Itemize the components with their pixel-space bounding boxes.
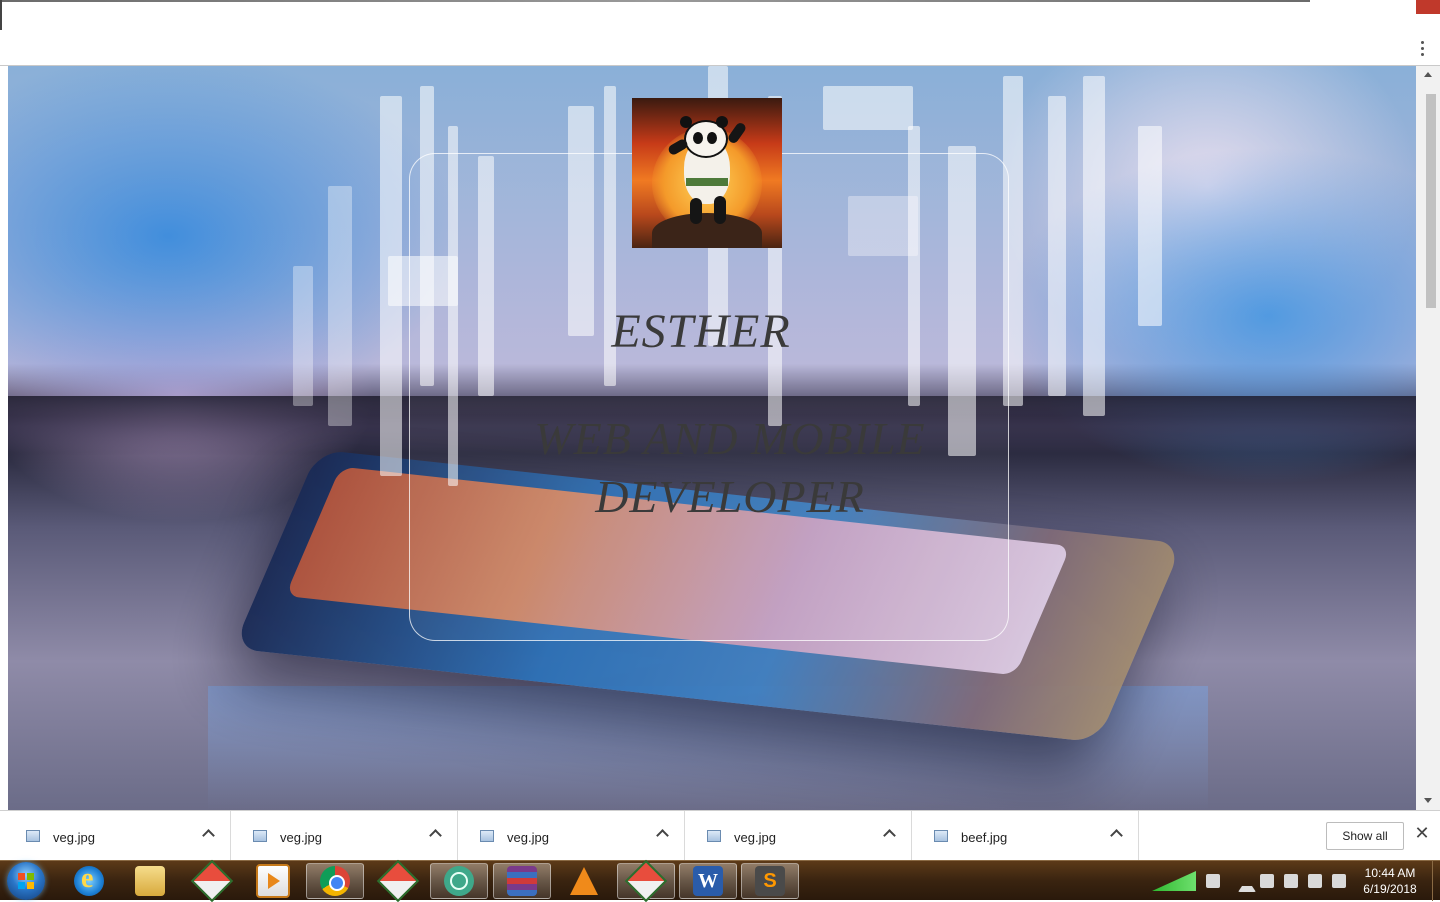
sublime-text-icon: S (755, 866, 785, 896)
taskbar-app-word[interactable]: W (679, 863, 737, 899)
taskbar-app-atom[interactable] (430, 863, 488, 899)
show-all-button[interactable]: Show all (1326, 822, 1404, 850)
clock-time: 10:44 AM (1364, 866, 1416, 880)
git-icon (190, 859, 234, 902)
clock-date: 6/19/2018 (1363, 882, 1417, 896)
taskbar-app-git[interactable] (183, 859, 241, 902)
hero-name: ESTHER (611, 305, 791, 358)
vlc-icon (570, 867, 598, 895)
network-signal-icon[interactable] (1152, 871, 1196, 891)
download-item[interactable]: veg.jpg (459, 811, 685, 861)
taskbar-app-media-player[interactable] (244, 863, 302, 899)
taskbar-app-sublime[interactable]: S (741, 863, 799, 899)
chevron-up-icon[interactable] (202, 829, 215, 842)
windows-taskbar: W S 10:44 AM 6/19/2018 (0, 859, 1440, 902)
avatar-panda-head (680, 116, 728, 158)
volume-muted-icon[interactable] (1332, 874, 1346, 888)
image-file-icon (707, 830, 721, 842)
git-gui-icon (376, 859, 420, 902)
browser-toolbar (0, 0, 1440, 66)
atom-icon (444, 866, 474, 896)
winrar-icon (507, 866, 537, 896)
taskbar-app-git-bash[interactable] (617, 859, 675, 902)
image-file-icon (934, 830, 948, 842)
window-close-button[interactable] (1416, 0, 1440, 14)
avatar-panda-leg (714, 196, 726, 224)
download-shelf: veg.jpg veg.jpg veg.jpg veg.jpg beef.jpg… (0, 810, 1440, 861)
internet-explorer-icon (74, 863, 104, 896)
network-icon[interactable] (1308, 874, 1322, 888)
image-file-icon (26, 830, 40, 842)
download-item[interactable]: veg.jpg (5, 811, 231, 861)
chevron-up-icon[interactable] (656, 829, 669, 842)
file-explorer-icon (135, 866, 165, 896)
chevron-up-icon[interactable] (429, 829, 442, 842)
close-icon[interactable]: ✕ (1414, 824, 1430, 842)
scroll-down-icon[interactable] (1424, 798, 1432, 803)
wireless-icon[interactable] (1206, 874, 1220, 888)
taskbar-app-internet-explorer[interactable] (60, 863, 118, 899)
browser-menu-icon[interactable] (1414, 36, 1430, 60)
chevron-up-icon[interactable] (1110, 829, 1123, 842)
image-file-icon (253, 830, 267, 842)
download-file-name: beef.jpg (961, 830, 1008, 845)
avatar-rock (652, 213, 762, 248)
image-file-icon (480, 830, 494, 842)
page-scrollbar[interactable] (1416, 66, 1440, 810)
scroll-thumb[interactable] (1426, 94, 1436, 308)
download-item[interactable]: beef.jpg (913, 811, 1139, 861)
chevron-up-icon[interactable] (883, 829, 896, 842)
window-edge (0, 0, 2, 30)
media-player-icon (256, 864, 290, 898)
taskbar-app-file-explorer[interactable] (121, 863, 179, 899)
show-desktop-button[interactable] (1432, 861, 1440, 901)
download-file-name: veg.jpg (280, 830, 322, 845)
avatar-panda-leg (690, 198, 702, 224)
action-center-icon[interactable] (1260, 874, 1274, 888)
power-icon[interactable] (1284, 874, 1298, 888)
avatar-panda-belt (686, 178, 728, 186)
download-file-name: veg.jpg (507, 830, 549, 845)
download-item[interactable]: veg.jpg (232, 811, 458, 861)
show-hidden-icons-icon[interactable] (1238, 878, 1256, 892)
taskbar-app-chrome[interactable] (306, 863, 364, 899)
avatar-panda-arm (726, 121, 748, 145)
system-tray: 10:44 AM 6/19/2018 (1140, 861, 1440, 901)
hero-title: WEB AND MOBILE DEVELOPER (534, 413, 926, 522)
system-clock[interactable]: 10:44 AM 6/19/2018 (1354, 865, 1426, 897)
scroll-up-icon[interactable] (1424, 72, 1432, 77)
download-file-name: veg.jpg (734, 830, 776, 845)
git-bash-icon (624, 859, 668, 902)
taskbar-app-winrar[interactable] (493, 863, 551, 899)
taskbar-app-git-gui[interactable] (369, 859, 427, 902)
start-button[interactable] (7, 862, 45, 900)
word-icon: W (693, 866, 723, 896)
kung-fu-panda-avatar (632, 98, 782, 248)
tab-strip-edge (0, 0, 1310, 2)
download-file-name: veg.jpg (53, 830, 95, 845)
download-item[interactable]: veg.jpg (686, 811, 912, 861)
chrome-icon (320, 866, 350, 896)
taskbar-app-vlc[interactable] (555, 863, 613, 899)
